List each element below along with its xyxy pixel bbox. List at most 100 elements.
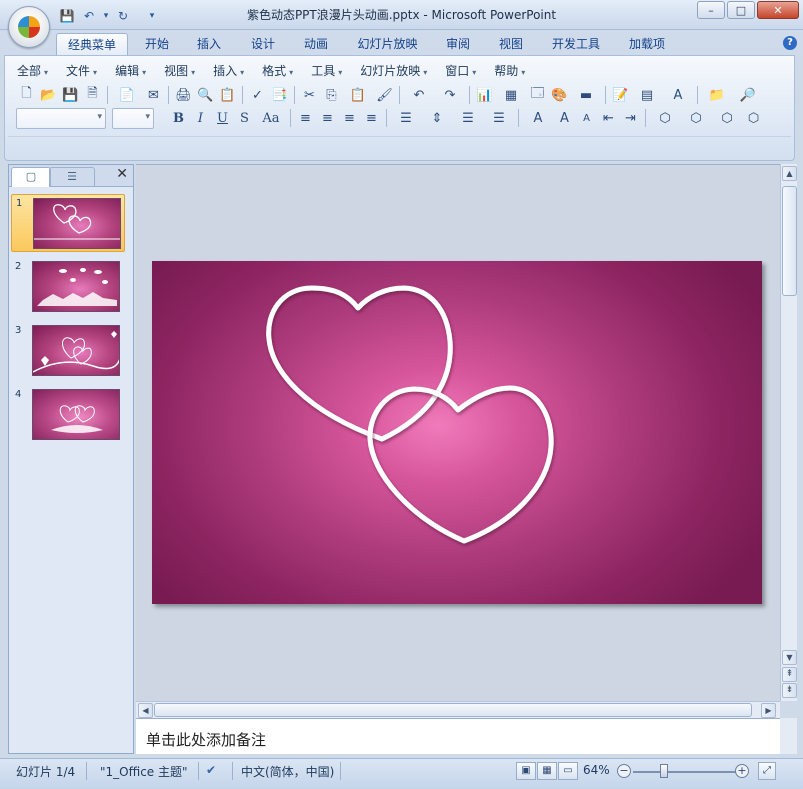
slide-thumbnail-1[interactable]: 1 [11,194,125,252]
text-direction-icon[interactable]: ⇕ [422,108,452,128]
columns-icon[interactable]: ☰ [391,108,421,128]
scroll-up-icon[interactable]: ▲ [782,166,797,181]
fill-icon[interactable]: ▬ [571,85,601,105]
slide-sorter-icon[interactable]: ▦ [537,762,557,780]
undo-icon[interactable]: ↶ [404,85,434,105]
open-icon[interactable]: 📂 [38,85,59,105]
menu-file[interactable]: 文件 ▾ [57,61,106,81]
tab-slideshow[interactable]: 幻灯片放映 [350,33,425,56]
vertical-scrollbar[interactable]: ▲ ▼ ⇞ ⇟ [780,164,797,701]
language-indicator[interactable]: 中文(简体，中国) [241,763,334,780]
cut-icon[interactable]: ✂ [299,85,320,105]
menu-format[interactable]: 格式 ▾ [253,61,302,81]
table-icon[interactable]: ▦ [496,85,526,105]
maximize-button[interactable]: □ [727,1,755,19]
slides-tab[interactable]: ▢ [11,167,51,187]
undo-icon[interactable]: ↶ [80,7,98,25]
color-icon[interactable]: 🎨 [549,85,570,105]
shape-outline-icon[interactable]: ⬡ [681,108,711,128]
folder-icon[interactable]: 📁 [702,85,732,105]
zoom-in-icon[interactable]: + [735,764,749,778]
bold-button[interactable]: B [168,108,189,128]
tab-animation[interactable]: 动画 [295,33,337,56]
font-color-icon[interactable]: A [523,108,553,128]
notes-scrollbar[interactable] [780,718,797,754]
copy-icon[interactable]: ⎘ [321,85,342,105]
next-slide-icon[interactable]: ⇟ [782,683,797,698]
export-icon[interactable]: 📄 [112,85,142,105]
tab-home[interactable]: 开始 [136,33,178,56]
tab-classic-menu[interactable]: 经典菜单 [56,33,128,56]
normal-view-icon[interactable]: ▣ [516,762,536,780]
bullets-icon[interactable]: ☰ [484,108,514,128]
increase-indent-icon[interactable]: ⇥ [620,108,641,128]
zoom-slider[interactable] [633,771,737,773]
email-icon[interactable]: ✉ [143,85,164,105]
menu-window[interactable]: 窗口 ▾ [436,61,485,81]
horizontal-scrollbar[interactable]: ◀ ▶ [136,701,780,718]
find-icon[interactable]: 🔎 [733,85,763,105]
align-left-icon[interactable]: ≡ [295,108,316,128]
print-preview-icon[interactable]: 🔍 [195,85,216,105]
qat-customize-icon[interactable]: ▾ [146,7,158,25]
spelling-icon[interactable]: ✓ [247,85,268,105]
shadow-button[interactable]: S [234,108,255,128]
change-case-button[interactable]: Aa [256,108,286,128]
slide-layout-icon[interactable]: ▤ [632,85,662,105]
zoom-out-icon[interactable]: − [617,764,631,778]
menu-edit[interactable]: 编辑 ▾ [106,61,155,81]
chart-icon[interactable]: 📊 [474,85,495,105]
format-painter-icon[interactable]: 🖌 [374,85,395,105]
layout-icon[interactable]: 📋 [217,85,238,105]
minimize-button[interactable]: – [697,1,725,19]
shrink-font-icon[interactable]: A [576,108,597,128]
scroll-thumb[interactable] [154,703,752,717]
new-icon[interactable]: 🗋 [16,85,37,105]
font-name-select[interactable] [16,107,106,129]
font-size-select[interactable] [112,107,154,129]
menu-slideshow[interactable]: 幻灯片放映 ▾ [351,61,436,81]
save-icon[interactable]: 💾 [58,7,76,25]
align-right-icon[interactable]: ≡ [339,108,360,128]
shape-fill-icon[interactable]: ⬡ [650,108,680,128]
menu-tools[interactable]: 工具 ▾ [302,61,351,81]
notes-placeholder[interactable]: 单击此处添加备注 [146,729,266,750]
menu-all[interactable]: 全部 ▾ [8,61,57,81]
save-icon[interactable]: 💾 [60,85,81,105]
menu-insert[interactable]: 插入 ▾ [204,61,253,81]
current-slide[interactable] [152,261,772,604]
pane-close-icon[interactable]: ✕ [116,166,128,182]
scroll-thumb[interactable] [782,186,797,296]
research-icon[interactable]: 📑 [269,85,290,105]
scroll-right-icon[interactable]: ▶ [761,703,776,718]
undo-dropdown-icon[interactable]: ▾ [102,7,110,25]
fit-to-window-icon[interactable]: ⤢ [758,762,776,780]
paste-icon[interactable]: 📋 [343,85,373,105]
decrease-indent-icon[interactable]: ⇤ [598,108,619,128]
justify-icon[interactable]: ≡ [361,108,382,128]
spell-check-icon[interactable]: ✔ [206,763,216,777]
arrange-icon[interactable]: ⬡ [743,108,764,128]
notes-pane[interactable]: 单击此处添加备注 [136,718,780,754]
tab-view[interactable]: 视图 [490,33,532,56]
new-slide-icon[interactable]: 📝 [610,85,631,105]
slide-thumbnail-3[interactable]: 3 [11,322,125,380]
menu-view[interactable]: 视图 ▾ [155,61,204,81]
tab-review[interactable]: 审阅 [437,33,479,56]
outline-tab[interactable]: ☰ [49,167,95,187]
tab-design[interactable]: 设计 [242,33,284,56]
shape-effects-icon[interactable]: ⬡ [712,108,742,128]
redo-icon[interactable]: ↷ [435,85,465,105]
scroll-down-icon[interactable]: ▼ [782,650,797,665]
zoom-slider-thumb[interactable] [660,764,669,778]
clip-art-icon[interactable]: 🗔 [527,85,548,105]
scroll-left-icon[interactable]: ◀ [138,703,153,718]
tab-developer[interactable]: 开发工具 [544,33,608,56]
align-center-icon[interactable]: ≡ [317,108,338,128]
slide-thumbnail-4[interactable]: 4 [11,386,125,444]
previous-slide-icon[interactable]: ⇞ [782,667,797,682]
redo-icon[interactable]: ↻ [114,7,132,25]
numbering-icon[interactable]: ☰ [453,108,483,128]
menu-help[interactable]: 帮助 ▾ [485,61,534,81]
close-button[interactable]: ✕ [757,1,799,19]
